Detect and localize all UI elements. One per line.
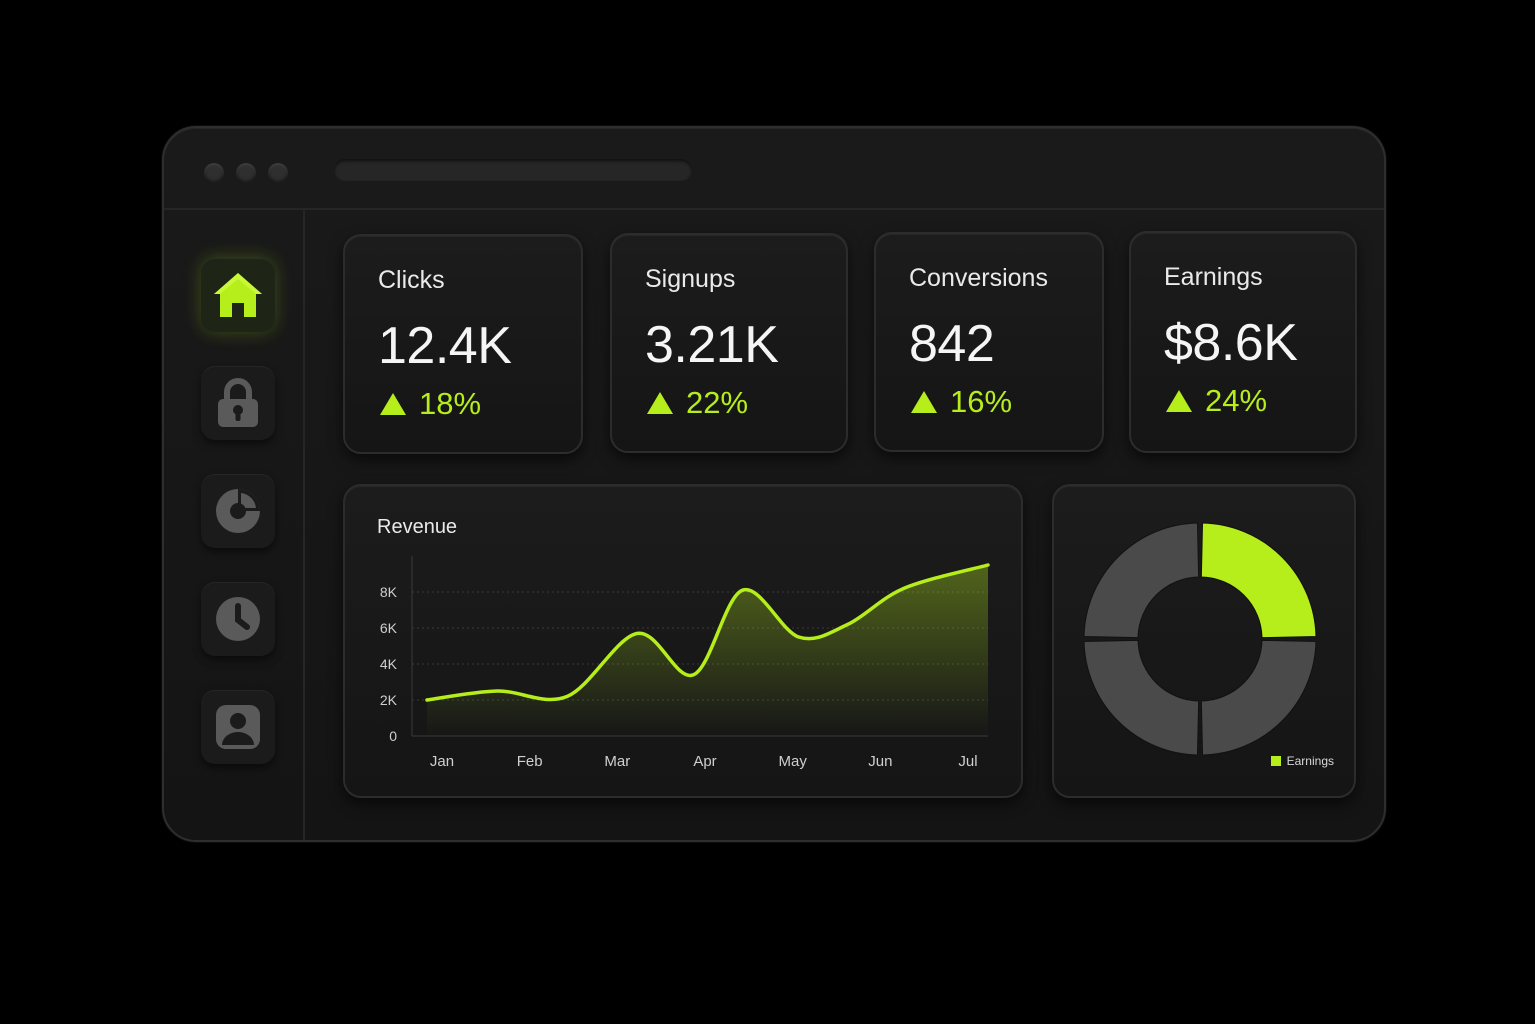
revenue-chart: 0 2K 4K 6K 8K Jan Feb Mar Apr May Jun Jul — [380, 556, 990, 770]
y-tick-label: 6K — [380, 620, 398, 636]
stat-change: 18% — [380, 386, 481, 422]
donut-slice — [1083, 522, 1200, 639]
window-control-dot[interactable] — [204, 163, 224, 183]
sidebar-item-analytics[interactable] — [201, 474, 275, 548]
lock-icon — [218, 378, 258, 427]
x-tick-label: Apr — [693, 753, 716, 770]
stat-title: Earnings — [1164, 263, 1263, 291]
sidebar-item-lock[interactable] — [201, 366, 275, 440]
revenue-area — [427, 565, 988, 736]
pie-chart-icon — [216, 489, 260, 533]
stat-change-value: 16% — [950, 384, 1013, 419]
title-bar — [164, 128, 1384, 210]
stat-title: Signups — [645, 265, 736, 293]
chart-legend: Earnings — [1270, 754, 1334, 768]
legend-label: Earnings — [1286, 754, 1334, 768]
stat-change: 22% — [647, 385, 748, 421]
window-control-dot[interactable] — [268, 163, 288, 183]
legend-swatch — [1270, 756, 1281, 766]
y-tick-label: 0 — [389, 728, 397, 744]
stat-change: 16% — [911, 384, 1012, 420]
donut-slice — [1083, 639, 1200, 756]
stat-value: $8.6K — [1164, 314, 1298, 372]
address-bar[interactable] — [334, 159, 692, 181]
x-tick-label: Mar — [604, 753, 630, 770]
y-tick-label: 2K — [380, 692, 398, 708]
clock-icon — [216, 597, 260, 641]
browser-window: Clicks 12.4K 18% Signups 3.21K 22% Conve… — [162, 126, 1386, 842]
sidebar-item-profile[interactable] — [201, 690, 275, 764]
sidebar-item-history[interactable] — [201, 582, 275, 656]
stat-card-conversions[interactable]: Conversions 842 16% — [874, 232, 1104, 452]
stat-value: 842 — [909, 315, 995, 373]
earnings-donut-chart — [1083, 522, 1317, 756]
earnings-donut-card: Earnings — [1052, 484, 1356, 798]
arrow-up-icon — [380, 393, 406, 415]
arrow-up-icon — [1166, 390, 1192, 412]
arrow-up-icon — [911, 391, 937, 413]
donut-slice — [1200, 639, 1317, 756]
stat-title: Conversions — [909, 264, 1048, 292]
stat-card-clicks[interactable]: Clicks 12.4K 18% — [343, 234, 583, 454]
donut-slice-highlight — [1200, 522, 1317, 639]
window-control-dot[interactable] — [236, 163, 256, 183]
x-tick-label: Jun — [868, 753, 892, 770]
stat-change-value: 24% — [1205, 383, 1268, 418]
stat-card-signups[interactable]: Signups 3.21K 22% — [610, 233, 848, 453]
stat-card-earnings[interactable]: Earnings $8.6K 24% — [1129, 231, 1357, 453]
stat-change: 24% — [1166, 383, 1267, 419]
x-tick-label: Jan — [430, 753, 454, 770]
stat-title: Clicks — [378, 266, 445, 294]
y-tick-label: 4K — [380, 656, 398, 672]
revenue-chart-card: Revenue 0 2K 4K 6K 8K Jan Feb Mar Apr May Jun Jul — [343, 484, 1023, 798]
stat-change-value: 22% — [686, 385, 749, 420]
user-icon — [216, 705, 260, 749]
y-tick-label: 8K — [380, 584, 398, 600]
home-icon — [214, 273, 262, 317]
x-tick-label: Jul — [958, 753, 977, 770]
sidebar-item-home[interactable] — [201, 258, 275, 332]
x-tick-label: Feb — [517, 753, 543, 770]
sidebar — [164, 210, 305, 840]
stat-value: 3.21K — [645, 316, 779, 374]
stat-value: 12.4K — [378, 317, 512, 375]
x-tick-label: May — [778, 753, 807, 770]
arrow-up-icon — [647, 392, 673, 414]
stat-change-value: 18% — [419, 386, 482, 421]
